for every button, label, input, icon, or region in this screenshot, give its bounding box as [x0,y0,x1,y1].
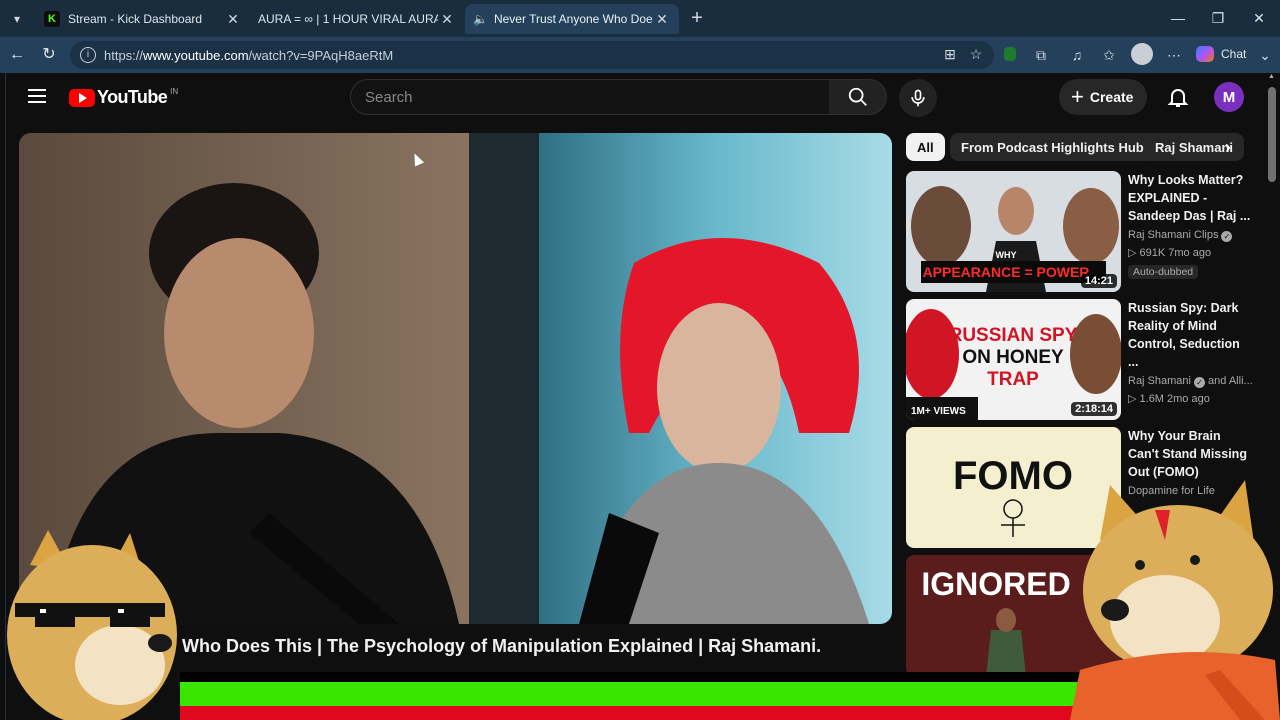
channel-collab: and Alli... [1208,375,1253,387]
search-input[interactable] [365,88,829,106]
chat-label: Chat [1221,47,1247,61]
speaker-icon[interactable]: 🔈 [473,12,488,26]
logo-wordmark: YouTube [97,87,168,107]
new-tab-plus-icon[interactable]: + [686,8,708,30]
maximize-icon[interactable]: ❐ [1208,8,1228,28]
tab-kick-dashboard[interactable]: K Stream - Kick Dashboard ✕ [36,4,250,34]
back-arrow-icon[interactable]: ← [6,44,28,66]
recommendation-title[interactable]: Why Looks Matter? EXPLAINED - Sandeep Da… [1128,171,1253,225]
thumbnail-text: IGNORED [921,566,1070,602]
notifications-bell-icon[interactable] [1166,85,1190,109]
filter-chips: All From Podcast Highlights Hub Raj Sham… [906,133,1246,161]
minimize-icon[interactable]: — [1168,8,1188,28]
sidebar-chevron-icon[interactable]: ⌄ [1254,44,1276,66]
kick-icon: K [44,11,60,27]
url-prefix: https:// [104,47,144,63]
create-label: Create [1089,89,1134,105]
browser-toolbar: ← ↻ i https://www.youtube.com/watch?v=9P… [0,37,1280,73]
video-thumbnail[interactable]: WHY APPEARANCE = POWER 14:21 [906,171,1121,292]
recommendation-title[interactable]: Russian Spy: Dark Reality of Mind Contro… [1128,299,1253,371]
verified-check-icon: ✓ [1193,377,1205,388]
tab-title: Never Trust Anyone Who Does [493,12,653,26]
thumbnail-text: FOMO [953,454,1073,498]
video-duration: 14:21 [1080,274,1117,288]
thumbnail-text: APPEARANCE = POWER [923,264,1090,280]
search-button[interactable] [829,79,887,115]
channel-name[interactable]: Raj Shamani Clips [1128,229,1218,241]
site-info-icon[interactable]: i [80,47,96,63]
favorites-icon[interactable]: ✩ [1098,44,1120,66]
scrollbar-thumb[interactable] [1268,87,1276,182]
tab-title: AURA = ∞ | 1 HOUR VIRAL AURA [258,12,438,26]
close-tab-icon[interactable]: ✕ [438,11,456,28]
media-control-icon[interactable]: ♫ [1066,44,1088,66]
youtube-play-icon [69,88,95,107]
extensions-puzzle-icon[interactable]: ⧉ [1030,44,1052,66]
app-available-icon[interactable]: ⊞ [940,44,960,64]
tab-title: Stream - Kick Dashboard [68,12,203,26]
browser-tab-bar: ▾ K Stream - Kick Dashboard ✕ AURA = ∞ |… [0,0,1280,93]
video-thumbnail[interactable]: RUSSIAN SPY ON HONEY TRAP 1M+ VIEWS 2:18… [906,299,1121,420]
video-duration: 2:18:14 [1071,402,1117,416]
menu-hamburger-icon[interactable] [28,89,46,103]
tab-actions-chevron-icon[interactable]: ▾ [6,8,28,30]
voice-search-button[interactable] [899,79,937,117]
video-title: Who Does This | The Psychology of Manipu… [182,636,822,656]
plus-icon: + [1071,84,1084,109]
doge-sunglasses-sticker [7,530,177,720]
recommendation-card[interactable]: WHY APPEARANCE = POWER 14:21 Why Looks M… [906,171,1266,293]
tab-aura-video[interactable]: AURA = ∞ | 1 HOUR VIRAL AURA ✕ [250,4,464,93]
extension-shield-icon[interactable] [1004,47,1016,61]
favorite-star-icon[interactable]: ☆ [966,44,986,64]
channel-name[interactable]: Raj Shamani [1128,375,1191,387]
verified-check-icon: ✓ [1221,231,1233,242]
youtube-logo[interactable]: YouTube IN [69,87,178,108]
thumbnail-text-line1: RUSSIAN SPY [949,325,1078,346]
chevron-right-icon[interactable]: › [1218,137,1238,157]
profile-avatar[interactable] [1131,43,1153,65]
overlay-green-bar [180,682,1080,706]
create-button[interactable]: + Create [1059,79,1148,115]
auto-dubbed-badge: Auto-dubbed [1128,265,1199,279]
url-host: www.youtube.com [143,47,249,63]
more-options-icon[interactable]: ⋯ [1163,44,1185,66]
tab-current-video[interactable]: 🔈 Never Trust Anyone Who Does ✕ [465,4,679,93]
thumbnail-views-badge: 1M+ VIEWS [911,406,966,417]
copilot-icon [1196,46,1214,62]
copilot-chat-button[interactable]: Chat [1196,44,1246,64]
thumbnail-small-text: WHY [996,250,1017,260]
thumbnail-text-line3: TRAP [987,369,1039,390]
address-bar[interactable]: i https://www.youtube.com/watch?v=9PAqH8… [70,41,994,69]
video-stats: ▷ 691K 7mo ago [1128,247,1212,259]
microphone-icon [911,89,925,107]
video-stats: ▷ 1.6M 2mo ago [1128,393,1210,405]
close-tab-icon[interactable]: ✕ [224,11,242,28]
region-code: IN [170,87,179,96]
chip-podcast-highlights[interactable]: From Podcast Highlights Hub [950,133,1155,161]
account-avatar[interactable]: M [1214,82,1244,112]
url-path: /watch?v=9PAqH8aeRtM [248,47,394,63]
scroll-up-icon[interactable]: ▲ [1268,73,1275,80]
search-box[interactable] [350,79,830,115]
search-icon [848,87,867,106]
doge-scarf-sticker [1070,480,1280,720]
overlay-red-bar [180,706,1080,720]
refresh-icon[interactable]: ↻ [38,44,60,66]
overlay-dark-strip [180,672,1080,682]
close-window-icon[interactable]: ✕ [1249,8,1269,28]
close-tab-icon[interactable]: ✕ [653,11,671,28]
recommendation-card[interactable]: RUSSIAN SPY ON HONEY TRAP 1M+ VIEWS 2:18… [906,299,1266,421]
chip-all[interactable]: All [906,133,945,161]
thumbnail-text-line2: ON HONEY [962,347,1064,368]
